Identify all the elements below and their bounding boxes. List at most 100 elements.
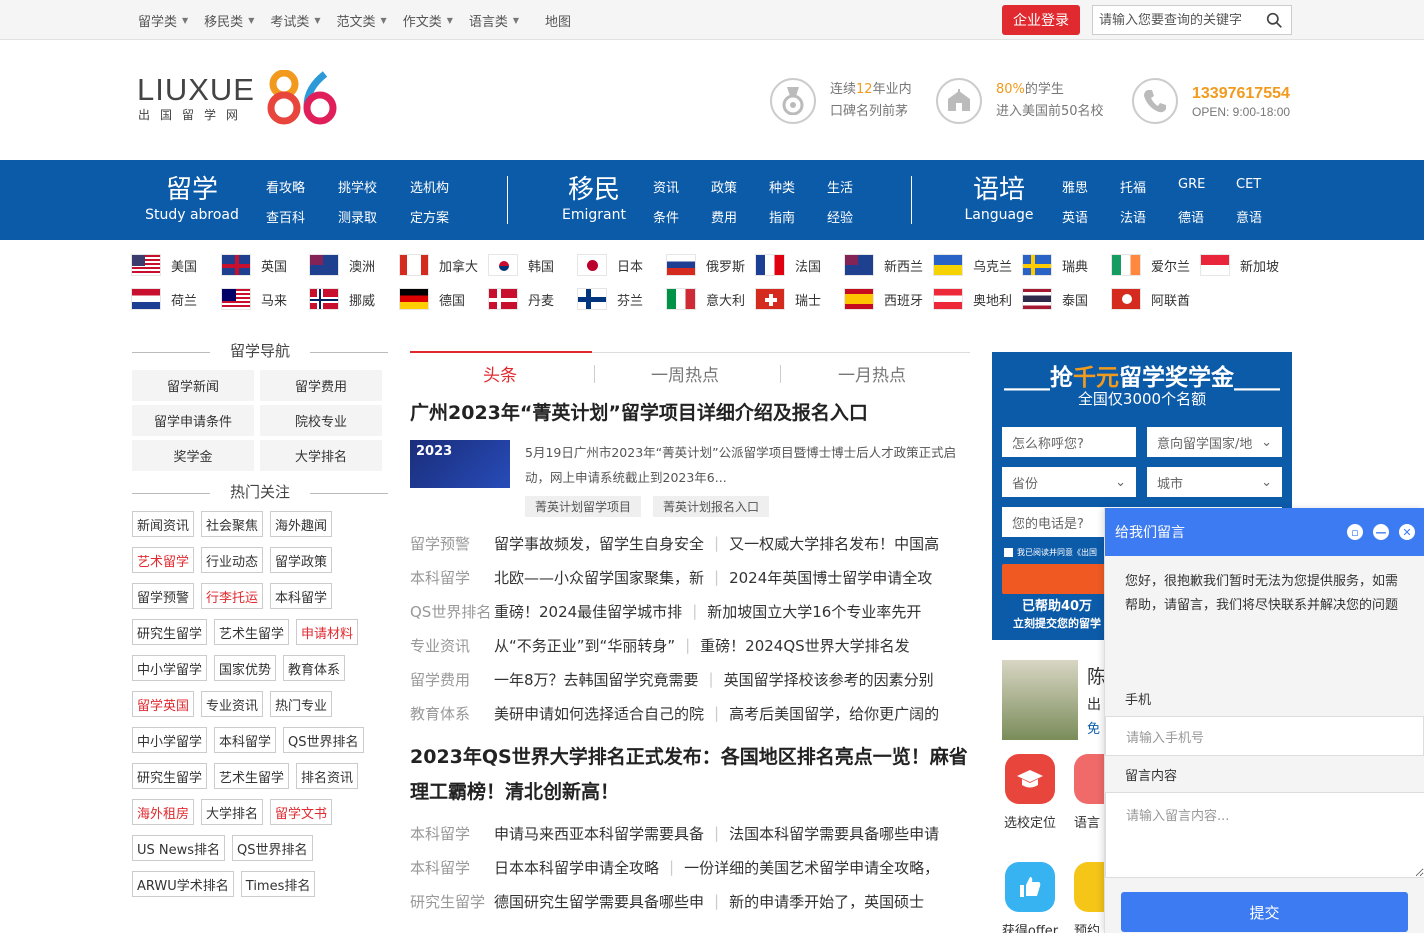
news-link[interactable]: 北欧——小众留学国家聚集，新 (494, 567, 704, 588)
country-link[interactable]: 瑞典 (1022, 254, 1088, 276)
hot-topic-tag[interactable]: US News排名 (132, 835, 226, 861)
news-link[interactable]: 日本本科留学申请全攻略 (494, 857, 659, 878)
hot-topic-tag[interactable]: Times排名 (240, 871, 316, 897)
tab-monthly-hot[interactable]: 一月热点 (782, 361, 962, 386)
country-link[interactable]: 英国 (221, 254, 287, 276)
study-nav-item[interactable]: 留学申请条件 (132, 405, 254, 436)
phone-field[interactable]: 请输入手机号 (1105, 716, 1424, 756)
news-link[interactable]: 2024年英国博士留学申请全攻 (729, 567, 932, 588)
news-category[interactable]: 留学预警 (410, 533, 494, 554)
country-link[interactable]: 西班牙 (844, 288, 923, 310)
hot-topic-tag[interactable]: 海外趣闻 (270, 511, 333, 537)
study-nav-item[interactable]: 留学费用 (260, 370, 382, 401)
hot-topic-tag[interactable]: 专业资讯 (201, 691, 264, 717)
country-link[interactable]: 泰国 (1022, 288, 1088, 310)
country-link[interactable]: 日本 (577, 254, 643, 276)
hot-topic-tag[interactable]: 大学排名 (201, 799, 264, 825)
nav-link[interactable]: 定方案 (410, 207, 449, 226)
hot-topic-tag[interactable]: QS世界排名 (232, 835, 313, 861)
news-link[interactable]: 德国研究生留学需要具备哪些申 (494, 891, 704, 912)
country-link[interactable]: 乌克兰 (933, 254, 1012, 276)
hot-topic-tag[interactable]: 中小学留学 (132, 727, 208, 753)
news-link[interactable]: 一份详细的美国艺术留学申请全攻略， (684, 857, 939, 878)
study-nav-item[interactable]: 院校专业 (260, 405, 382, 436)
news-link[interactable]: 重磅！2024最佳留学城市排 (494, 601, 682, 622)
news-category[interactable]: 本科留学 (410, 567, 494, 588)
country-link[interactable]: 新西兰 (844, 254, 923, 276)
country-link[interactable]: 新加坡 (1200, 254, 1279, 276)
news-link[interactable]: 一年8万？去韩国留学究竟需要 (494, 669, 699, 690)
news-category[interactable]: 教育体系 (410, 703, 494, 724)
province-select[interactable]: 省份 ⌄ (1002, 467, 1136, 497)
country-link[interactable]: 爱尔兰 (1111, 254, 1190, 276)
country-link[interactable]: 韩国 (488, 254, 554, 276)
country-select[interactable]: 意向留学国家/地 ⌄ (1147, 427, 1282, 457)
headline[interactable]: 广州2023年“菁英计划”留学项目详细介绍及报名入口 (410, 400, 970, 426)
search-input[interactable] (1099, 12, 1259, 28)
topnav-item-study[interactable]: 留学类 ▼ (138, 11, 188, 30)
nav-link[interactable]: 资讯 (653, 177, 679, 196)
topnav-item-essay[interactable]: 范文类 ▼ (337, 11, 387, 30)
country-link[interactable]: 奥地利 (933, 288, 1012, 310)
country-link[interactable]: 美国 (131, 254, 197, 276)
hot-topic-tag[interactable]: 艺术生留学 (214, 619, 290, 645)
hot-topic-tag[interactable]: 申请材料 (296, 619, 359, 645)
nav-link[interactable]: 政策 (711, 177, 737, 196)
news-link[interactable]: 新加坡国立大学16个专业率先开 (707, 601, 921, 622)
topnav-item-map[interactable]: 地图 (545, 11, 571, 30)
hot-topic-tag[interactable]: 艺术生留学 (214, 763, 290, 789)
country-link[interactable]: 荷兰 (131, 288, 197, 310)
service-offer[interactable]: 获得offer (1000, 862, 1060, 933)
tab-headlines[interactable]: 头条 (410, 361, 590, 386)
agree-checkbox[interactable]: 我已阅读并同意《出国 (1004, 547, 1097, 558)
hot-topic-tag[interactable]: 艺术留学 (132, 547, 195, 573)
news-category[interactable]: 专业资讯 (410, 635, 494, 656)
country-link[interactable]: 瑞士 (755, 288, 821, 310)
news-link[interactable]: 申请马来西亚本科留学需要具备 (494, 823, 704, 844)
news-link[interactable]: 新的申请季开始了，英国硕士 (729, 891, 924, 912)
hot-topic-tag[interactable]: 排名资讯 (296, 763, 359, 789)
hot-topic-tag[interactable]: 国家优势 (214, 655, 277, 681)
topnav-item-composition[interactable]: 作文类 ▼ (403, 11, 453, 30)
nav-link[interactable]: 雅思 (1062, 177, 1088, 196)
country-link[interactable]: 俄罗斯 (666, 254, 745, 276)
news-tag[interactable]: 菁英计划留学项目 (525, 496, 642, 517)
study-nav-item[interactable]: 留学新闻 (132, 370, 254, 401)
country-link[interactable]: 丹麦 (488, 288, 554, 310)
hotline-number[interactable]: 13397617554 (1192, 83, 1290, 105)
submit-button[interactable]: 提交 (1121, 892, 1408, 932)
country-link[interactable]: 马来 (221, 288, 287, 310)
country-link[interactable]: 德国 (399, 288, 465, 310)
nav-link[interactable]: 种类 (769, 177, 795, 196)
country-link[interactable]: 法国 (755, 254, 821, 276)
news-tag[interactable]: 菁英计划报名入口 (653, 496, 770, 517)
nav-link[interactable]: 指南 (769, 207, 795, 226)
news-category[interactable]: 研究生留学 (410, 891, 494, 912)
close-icon[interactable]: ✕ (1399, 524, 1415, 540)
tab-weekly-hot[interactable]: 一周热点 (595, 361, 775, 386)
service-school-positioning[interactable]: 选校定位 (1000, 754, 1060, 831)
minimize-icon[interactable]: — (1373, 524, 1389, 540)
news-link[interactable]: 重磅！2024QS世界大学排名发 (700, 635, 910, 656)
name-input[interactable]: 怎么称呼您? (1002, 427, 1136, 457)
news-category[interactable]: 留学费用 (410, 669, 494, 690)
country-link[interactable]: 阿联酋 (1111, 288, 1190, 310)
hot-topic-tag[interactable]: QS世界排名 (283, 727, 364, 753)
headline-2[interactable]: 2023年QS世界大学排名正式发布：各国地区排名亮点一览！麻省理工霸榜！清北创新… (410, 740, 970, 810)
nav-link[interactable]: 德语 (1178, 207, 1204, 226)
nav-link[interactable]: 英语 (1062, 207, 1088, 226)
nav-link[interactable]: 托福 (1120, 177, 1146, 196)
nav-link[interactable]: 查百科 (266, 207, 305, 226)
country-link[interactable]: 加拿大 (399, 254, 478, 276)
news-link[interactable]: 美研申请如何选择适合自己的院 (494, 703, 704, 724)
nav-link[interactable]: GRE (1178, 177, 1205, 192)
hot-topic-tag[interactable]: 留学政策 (270, 547, 333, 573)
news-thumbnail[interactable]: 2023 (410, 440, 510, 488)
nav-link[interactable]: 测录取 (338, 207, 377, 226)
nav-immigrant-title[interactable]: 移民 Emigrant (539, 174, 649, 224)
hot-topic-tag[interactable]: 留学英国 (132, 691, 195, 717)
topnav-item-exam[interactable]: 考试类 ▼ (270, 11, 320, 30)
hot-topic-tag[interactable]: ARWU学术排名 (132, 871, 234, 897)
hot-topic-tag[interactable]: 社会聚焦 (201, 511, 264, 537)
topnav-item-language[interactable]: 语言类 ▼ (469, 11, 519, 30)
